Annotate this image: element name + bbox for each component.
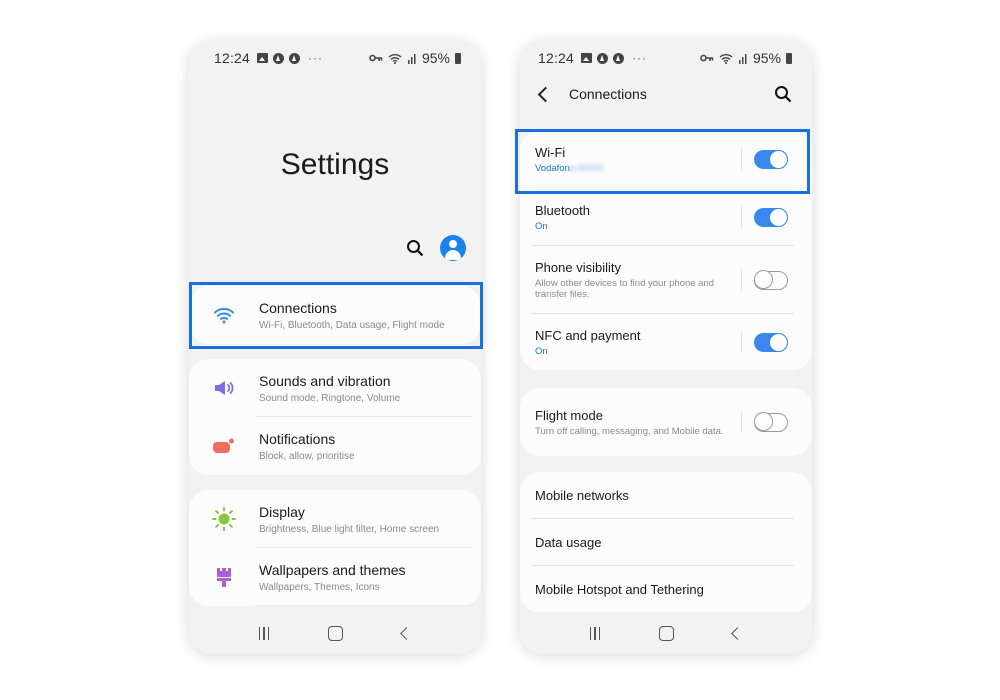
item-subtitle: Block, allow, prioritise [259, 450, 355, 462]
item-title: Flight mode [535, 407, 603, 423]
recent-apps-button[interactable] [589, 626, 601, 640]
item-subtitle: Brightness, Blue light filter, Home scre… [259, 523, 440, 535]
flight-mode-toggle[interactable] [753, 412, 788, 432]
battery-percent: 95% [752, 50, 781, 66]
search-icon[interactable] [774, 85, 792, 103]
more-dots-icon: ··· [632, 51, 648, 65]
signal-icon [738, 53, 747, 64]
speaker-icon [215, 381, 234, 395]
app-bar: Connections [520, 82, 812, 106]
flight-mode-row[interactable]: Flight mode Turn off calling, messaging,… [520, 388, 812, 456]
settings-item-notifications[interactable]: Notifications Block, allow, prioritise [189, 417, 481, 475]
item-subtitle: Turn off calling, messaging, and Mobile … [535, 425, 724, 437]
wifi-icon [388, 53, 402, 64]
vpn-key-icon [369, 54, 383, 62]
item-title: Sounds and vibration [259, 372, 391, 389]
nfc-row[interactable]: NFC and payment On [520, 314, 812, 370]
image-icon [581, 53, 593, 63]
back-arrow-icon[interactable] [537, 86, 554, 102]
mobile-networks-link[interactable]: Mobile networks [520, 472, 812, 519]
item-subtitle: Wallpapers, Themes, Icons [259, 581, 380, 593]
recent-apps-button[interactable] [258, 626, 270, 640]
profile-avatar[interactable] [440, 235, 466, 261]
item-title: Wallpapers and themes [259, 561, 406, 578]
status-time: 12:24 [538, 50, 575, 66]
notification-icon [213, 437, 236, 453]
battery-icon [786, 52, 792, 64]
item-title: Notifications [259, 430, 336, 447]
settings-group-display: Display Brightness, Blue light filter, H… [189, 490, 481, 606]
back-button[interactable] [731, 626, 745, 640]
bluetooth-row[interactable]: Bluetooth On [520, 188, 812, 246]
status-time: 12:24 [214, 50, 251, 66]
nfc-toggle[interactable] [754, 332, 788, 352]
home-button[interactable] [328, 625, 344, 641]
bluetooth-toggle[interactable] [754, 207, 788, 227]
status-bar: 12:24 ··· 95% [520, 48, 812, 68]
flight-mode-group: Flight mode Turn off calling, messaging,… [520, 388, 812, 456]
settings-item-display[interactable]: Display Brightness, Blue light filter, H… [189, 490, 481, 548]
item-title: Phone visibility [535, 260, 621, 275]
back-button[interactable] [400, 626, 414, 640]
data-usage-link[interactable]: Data usage [520, 519, 812, 566]
image-icon [257, 53, 269, 63]
signal-icon [407, 53, 416, 64]
vpn-key-icon [700, 54, 714, 62]
item-title: Display [259, 503, 305, 520]
connections-links-group: Mobile networks Data usage Mobile Hotspo… [520, 472, 812, 613]
item-subtitle: On [535, 345, 548, 357]
navigation-bar [520, 612, 812, 654]
item-subtitle: Allow other devices to find your phone a… [535, 278, 715, 300]
settings-group-sounds: Sounds and vibration Sound mode, Rington… [189, 359, 481, 475]
notification-a-icon [289, 52, 301, 64]
page-title: Settings [280, 148, 390, 181]
item-title: Bluetooth [535, 202, 590, 218]
page-title: Connections [569, 86, 647, 102]
paintbrush-icon [217, 568, 231, 587]
more-dots-icon: ··· [308, 51, 324, 65]
sun-icon [212, 507, 236, 531]
settings-item-wallpapers[interactable]: Wallpapers and themes Wallpapers, Themes… [189, 548, 481, 606]
phone-visibility-toggle[interactable] [753, 270, 788, 290]
item-subtitle: Sound mode, Ringtone, Volume [259, 392, 401, 404]
connections-highlight [189, 282, 483, 349]
item-subtitle: On [535, 220, 548, 232]
item-title: NFC and payment [535, 327, 641, 343]
search-icon[interactable] [406, 239, 424, 257]
notification-a-icon [273, 52, 285, 64]
status-bar: 12:24 ··· 95% [189, 48, 481, 68]
battery-icon [455, 52, 461, 64]
notification-a-icon [597, 52, 609, 64]
wifi-highlight [515, 129, 810, 194]
hotspot-tethering-link[interactable]: Mobile Hotspot and Tethering [520, 566, 812, 613]
battery-percent: 95% [421, 50, 450, 66]
notification-a-icon [613, 52, 625, 64]
wifi-icon [719, 53, 733, 64]
navigation-bar [189, 612, 481, 654]
home-button[interactable] [659, 625, 675, 641]
settings-item-sounds[interactable]: Sounds and vibration Sound mode, Rington… [189, 359, 481, 417]
phone-visibility-row[interactable]: Phone visibility Allow other devices to … [520, 246, 812, 314]
